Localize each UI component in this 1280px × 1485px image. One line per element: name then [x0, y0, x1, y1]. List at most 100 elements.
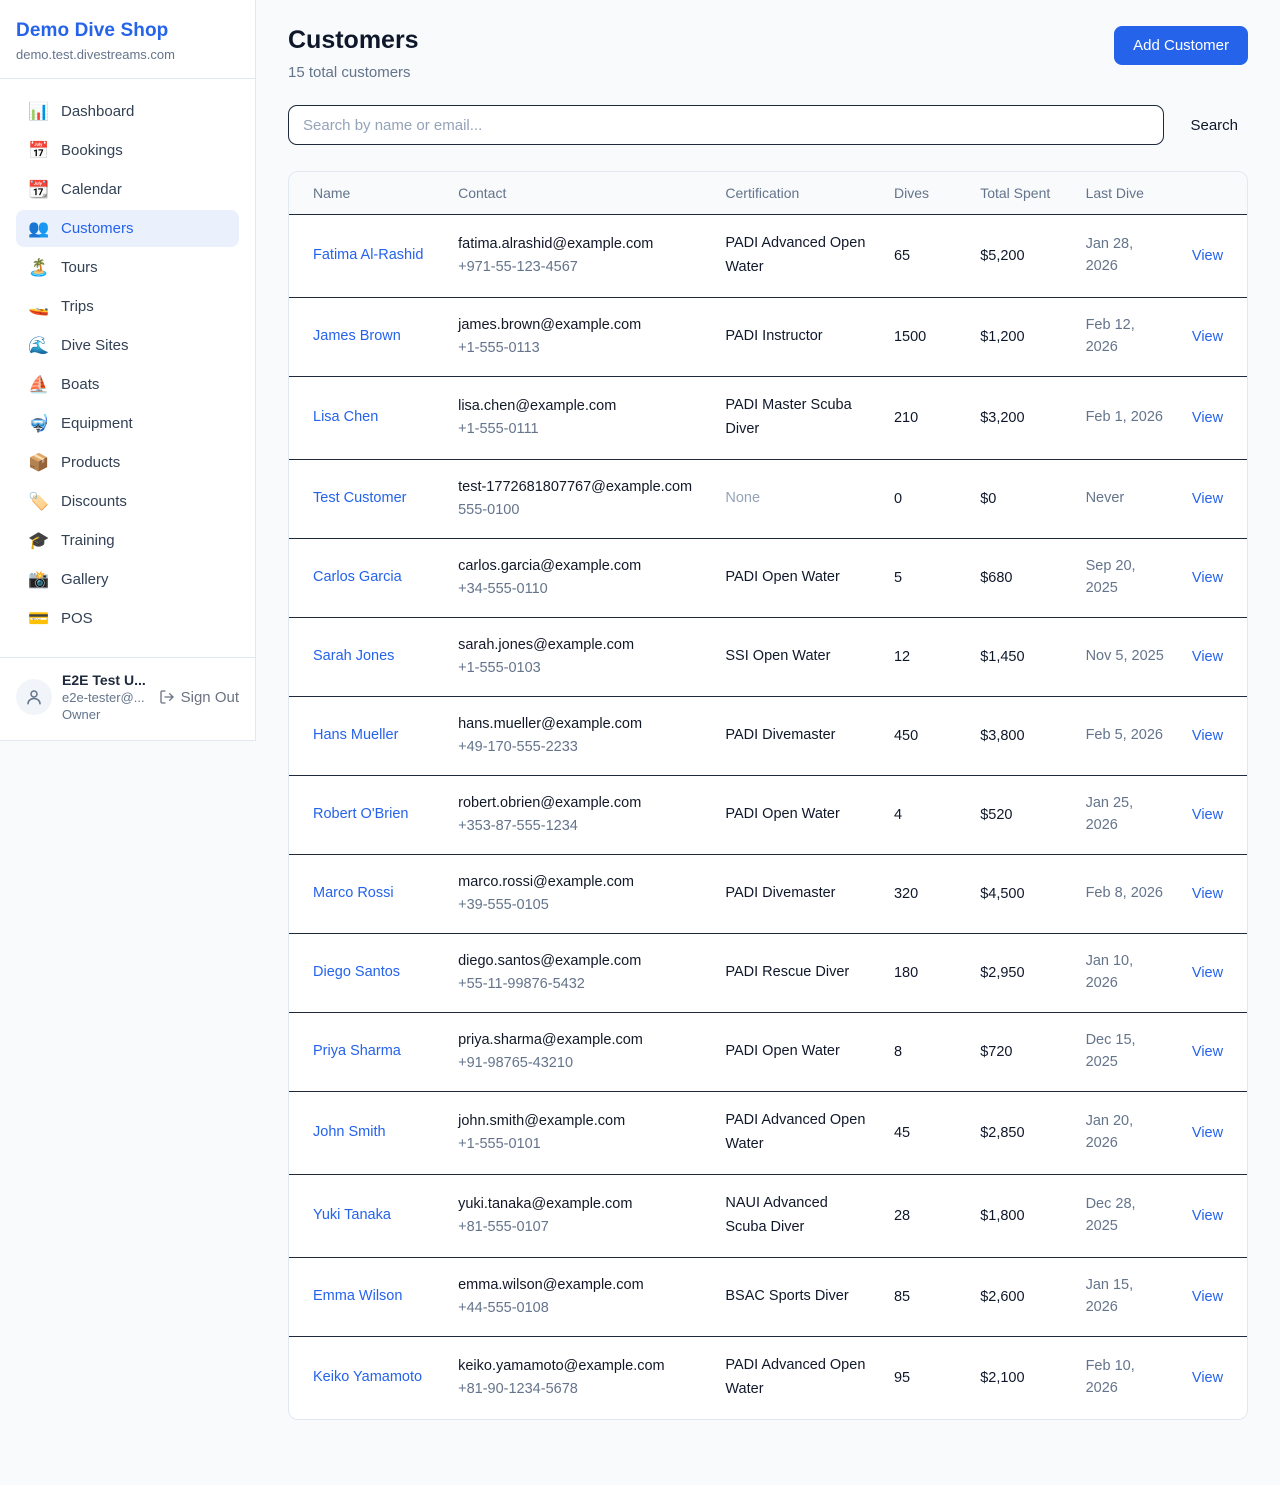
customer-name-link[interactable]: Diego Santos [313, 964, 400, 980]
customer-phone: 555-0100 [458, 500, 701, 521]
customer-dives: 320 [894, 886, 918, 902]
sidebar-item-label: Discounts [61, 493, 127, 510]
view-customer-link[interactable]: View [1192, 1208, 1223, 1224]
training-icon: 🎓 [28, 532, 48, 549]
user-section: E2E Test U... e2e-tester@... Owner Sign … [0, 657, 255, 740]
search-input[interactable] [288, 105, 1164, 145]
customer-last-dive: Jan 28, 2026 [1086, 236, 1134, 274]
calendar-icon: 📆 [28, 181, 48, 198]
user-email: e2e-tester@... [62, 690, 149, 705]
customer-name-link[interactable]: Lisa Chen [313, 409, 378, 425]
tours-icon: 🏝️ [28, 259, 48, 276]
customer-dives: 12 [894, 649, 910, 665]
customer-name-link[interactable]: James Brown [313, 328, 401, 344]
customer-name-link[interactable]: Priya Sharma [313, 1043, 401, 1059]
bookings-icon: 📅 [28, 142, 48, 159]
sidebar-item-customers[interactable]: 👥 Customers [16, 210, 239, 247]
sidebar-item-calendar[interactable]: 📆 Calendar [16, 171, 239, 208]
table-row: Fatima Al-Rashid fatima.alrashid@example… [289, 215, 1247, 298]
customer-total-spent: $1,800 [980, 1208, 1024, 1224]
customer-certification: PADI Open Water [725, 566, 870, 590]
customer-dives: 8 [894, 1044, 902, 1060]
view-customer-link[interactable]: View [1192, 1370, 1223, 1386]
customer-phone: +353-87-555-1234 [458, 816, 701, 837]
customer-email: carlos.garcia@example.com [458, 556, 701, 577]
customer-name-link[interactable]: Robert O'Brien [313, 806, 408, 822]
customer-certification: PADI Advanced Open Water [725, 1109, 870, 1157]
customer-phone: +44-555-0108 [458, 1298, 701, 1319]
sidebar-item-equipment[interactable]: 🤿 Equipment [16, 405, 239, 442]
table-row: Yuki Tanaka yuki.tanaka@example.com +81-… [289, 1174, 1247, 1257]
customer-total-spent: $1,200 [980, 329, 1024, 345]
customer-name-link[interactable]: Test Customer [313, 490, 406, 506]
table-header-row: Name Contact Certification Dives Total S… [289, 172, 1247, 215]
customer-certification: NAUI Advanced Scuba Diver [725, 1192, 870, 1240]
column-header-actions [1180, 172, 1247, 215]
view-customer-link[interactable]: View [1192, 886, 1223, 902]
sidebar-item-bookings[interactable]: 📅 Bookings [16, 132, 239, 169]
sidebar-item-gallery[interactable]: 📸 Gallery [16, 561, 239, 598]
sidebar-item-pos[interactable]: 💳 POS [16, 600, 239, 637]
table-row: Hans Mueller hans.mueller@example.com +4… [289, 696, 1247, 775]
customer-name-link[interactable]: Fatima Al-Rashid [313, 247, 423, 263]
customer-email: priya.sharma@example.com [458, 1030, 701, 1051]
user-name: E2E Test U... [62, 672, 149, 688]
table-row: Priya Sharma priya.sharma@example.com +9… [289, 1012, 1247, 1091]
customer-email: test-1772681807767@example.com [458, 477, 701, 498]
view-customer-link[interactable]: View [1192, 1125, 1223, 1141]
customers-icon: 👥 [28, 220, 48, 237]
customer-email: keiko.yamamoto@example.com [458, 1356, 701, 1377]
gallery-icon: 📸 [28, 571, 48, 588]
sidebar-item-training[interactable]: 🎓 Training [16, 522, 239, 559]
shop-header: Demo Dive Shop demo.test.divestreams.com [0, 0, 255, 79]
customer-name-link[interactable]: Emma Wilson [313, 1288, 402, 1304]
view-customer-link[interactable]: View [1192, 570, 1223, 586]
shop-name[interactable]: Demo Dive Shop [16, 20, 239, 42]
sidebar-item-trips[interactable]: 🚤 Trips [16, 288, 239, 325]
customer-certification: SSI Open Water [725, 645, 870, 669]
customer-name-link[interactable]: Marco Rossi [313, 885, 394, 901]
shop-domain: demo.test.divestreams.com [16, 47, 239, 62]
view-customer-link[interactable]: View [1192, 807, 1223, 823]
sidebar-item-discounts[interactable]: 🏷️ Discounts [16, 483, 239, 520]
avatar [16, 679, 52, 715]
view-customer-link[interactable]: View [1192, 1044, 1223, 1060]
customer-phone: +39-555-0105 [458, 895, 701, 916]
sign-out-label: Sign Out [181, 689, 239, 706]
sign-out-icon [159, 689, 175, 705]
column-header-name: Name [289, 172, 446, 215]
add-customer-button[interactable]: Add Customer [1114, 26, 1248, 65]
sign-out-button[interactable]: Sign Out [159, 689, 239, 706]
customer-name-link[interactable]: Carlos Garcia [313, 569, 402, 585]
sidebar-item-dashboard[interactable]: 📊 Dashboard [16, 93, 239, 130]
search-button[interactable]: Search [1164, 117, 1248, 134]
customer-dives: 1500 [894, 329, 926, 345]
view-customer-link[interactable]: View [1192, 728, 1223, 744]
sidebar-item-boats[interactable]: ⛵ Boats [16, 366, 239, 403]
customer-name-link[interactable]: Sarah Jones [313, 648, 394, 664]
customer-name-link[interactable]: Yuki Tanaka [313, 1207, 391, 1223]
customer-dives: 4 [894, 807, 902, 823]
view-customer-link[interactable]: View [1192, 329, 1223, 345]
customer-name-link[interactable]: John Smith [313, 1124, 386, 1140]
sidebar-item-label: Bookings [61, 142, 123, 159]
view-customer-link[interactable]: View [1192, 491, 1223, 507]
view-customer-link[interactable]: View [1192, 410, 1223, 426]
customer-last-dive: Feb 10, 2026 [1086, 1358, 1135, 1396]
customer-last-dive: Jan 15, 2026 [1086, 1277, 1134, 1315]
view-customer-link[interactable]: View [1192, 965, 1223, 981]
sidebar-item-dive-sites[interactable]: 🌊 Dive Sites [16, 327, 239, 364]
sidebar-item-products[interactable]: 📦 Products [16, 444, 239, 481]
search-bar: Search [288, 105, 1248, 145]
view-customer-link[interactable]: View [1192, 248, 1223, 264]
customer-last-dive: Jan 25, 2026 [1086, 795, 1134, 833]
customers-table-card: Name Contact Certification Dives Total S… [288, 171, 1248, 1420]
sidebar-item-tours[interactable]: 🏝️ Tours [16, 249, 239, 286]
sidebar-item-label: Boats [61, 376, 99, 393]
boats-icon: ⛵ [28, 376, 48, 393]
customer-name-link[interactable]: Keiko Yamamoto [313, 1369, 422, 1385]
view-customer-link[interactable]: View [1192, 1289, 1223, 1305]
view-customer-link[interactable]: View [1192, 649, 1223, 665]
customer-name-link[interactable]: Hans Mueller [313, 727, 398, 743]
page-header: Customers 15 total customers Add Custome… [288, 26, 1248, 81]
